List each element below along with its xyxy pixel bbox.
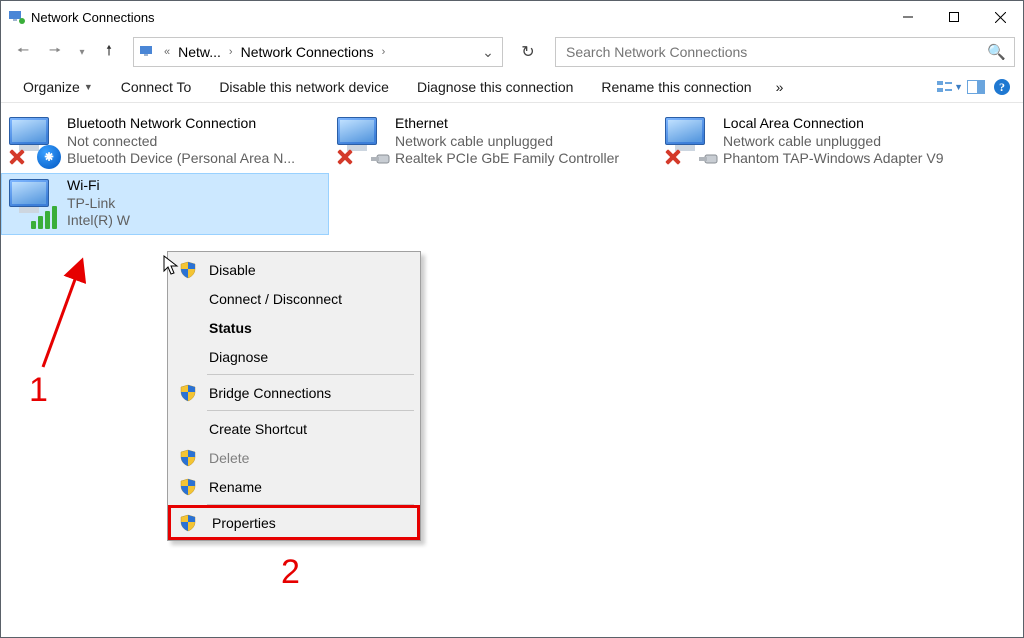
breadcrumb-seg-connections[interactable]: Network Connections <box>239 38 376 66</box>
ctx-separator <box>207 374 414 375</box>
disable-device-button[interactable]: Disable this network device <box>205 71 403 102</box>
window-controls <box>885 1 1023 33</box>
chevron-right-icon: « <box>158 46 176 58</box>
connection-item-bluetooth[interactable]: ⁕ Bluetooth Network Connection Not conne… <box>1 111 329 173</box>
conn-status: Network cable unplugged <box>723 133 943 151</box>
conn-name: Local Area Connection <box>723 115 943 133</box>
ctx-rename[interactable]: Rename <box>171 472 417 501</box>
cable-icon <box>691 153 719 167</box>
lan-connection-icon <box>663 115 715 167</box>
connection-item-lan[interactable]: Local Area Connection Network cable unpl… <box>657 111 985 173</box>
wifi-connection-icon <box>7 177 59 229</box>
nav-up-button[interactable]: 🠕 <box>95 38 123 66</box>
annotation-arrow <box>33 257 113 377</box>
view-options-button[interactable]: ▼ <box>937 74 963 100</box>
location-icon <box>140 44 156 60</box>
breadcrumb-dropdown[interactable]: ⌄ <box>476 44 500 61</box>
svg-text:?: ? <box>999 80 1005 94</box>
ctx-disable[interactable]: Disable <box>171 255 417 284</box>
conn-status: TP-Link <box>67 195 130 213</box>
conn-device: Phantom TAP-Windows Adapter V9 <box>723 150 943 168</box>
conn-device: Intel(R) W <box>67 212 130 230</box>
conn-device: Realtek PCIe GbE Family Controller <box>395 150 619 168</box>
context-menu: Disable Connect / Disconnect Status Diag… <box>167 251 421 541</box>
ctx-create-shortcut[interactable]: Create Shortcut <box>171 414 417 443</box>
search-box[interactable]: 🔍 <box>555 37 1015 67</box>
annotation-2: 2 <box>281 553 300 592</box>
ctx-separator <box>207 410 414 411</box>
shield-icon <box>179 449 197 467</box>
bluetooth-badge-icon: ⁕ <box>37 145 61 169</box>
help-button[interactable]: ? <box>989 74 1015 100</box>
minimize-button[interactable] <box>885 1 931 33</box>
conn-status: Network cable unplugged <box>395 133 619 151</box>
maximize-button[interactable] <box>931 1 977 33</box>
close-button[interactable] <box>977 1 1023 33</box>
conn-name: Ethernet <box>395 115 619 133</box>
ctx-properties[interactable]: Properties <box>168 505 420 540</box>
red-x-icon <box>661 145 685 169</box>
nav-forward-button[interactable]: 🠖 <box>41 38 69 66</box>
connection-list: ⁕ Bluetooth Network Connection Not conne… <box>1 111 1023 235</box>
more-button[interactable]: » <box>766 71 794 102</box>
conn-name: Wi-Fi <box>67 177 130 195</box>
ethernet-connection-icon <box>335 115 387 167</box>
ctx-delete: Delete <box>171 443 417 472</box>
ctx-status[interactable]: Status <box>171 313 417 342</box>
red-x-icon <box>333 145 357 169</box>
cable-icon <box>363 153 391 167</box>
nav-dropdown-button[interactable]: ▾ <box>73 38 91 66</box>
content-area: ⁕ Bluetooth Network Connection Not conne… <box>1 103 1023 235</box>
navbar: 🠔 🠖 ▾ 🠕 « Netw... › Network Connections … <box>1 33 1023 71</box>
signal-bars-icon <box>31 206 57 229</box>
conn-status: Not connected <box>67 133 295 151</box>
organize-menu[interactable]: Organize▼ <box>9 71 107 102</box>
connection-item-ethernet[interactable]: Ethernet Network cable unplugged Realtek… <box>329 111 657 173</box>
ctx-diagnose[interactable]: Diagnose <box>171 342 417 371</box>
nav-back-button[interactable]: 🠔 <box>9 38 37 66</box>
window-icon <box>9 9 25 25</box>
rename-button[interactable]: Rename this connection <box>587 71 765 102</box>
chevron-right-icon[interactable]: › <box>376 46 392 58</box>
conn-device: Bluetooth Device (Personal Area N... <box>67 150 295 168</box>
breadcrumb-seg-network[interactable]: Netw... <box>176 38 223 66</box>
breadcrumb[interactable]: « Netw... › Network Connections › ⌄ <box>133 37 503 67</box>
shield-icon <box>179 478 197 496</box>
annotation-1: 1 <box>29 371 48 410</box>
preview-pane-button[interactable] <box>963 74 989 100</box>
conn-name: Bluetooth Network Connection <box>67 115 295 133</box>
connection-item-wifi[interactable]: Wi-Fi TP-Link Intel(R) W <box>1 173 329 235</box>
bluetooth-connection-icon: ⁕ <box>7 115 59 167</box>
window-title: Network Connections <box>31 10 155 25</box>
ctx-bridge[interactable]: Bridge Connections <box>171 378 417 407</box>
search-icon[interactable]: 🔍 <box>987 43 1006 61</box>
network-connections-window: Network Connections 🠔 🠖 ▾ 🠕 « Netw... › … <box>0 0 1024 638</box>
shield-icon <box>179 514 197 532</box>
diagnose-button[interactable]: Diagnose this connection <box>403 71 587 102</box>
red-x-icon <box>5 145 29 169</box>
connect-to-button[interactable]: Connect To <box>107 71 206 102</box>
ctx-connect-disconnect[interactable]: Connect / Disconnect <box>171 284 417 313</box>
chevron-right-icon[interactable]: › <box>223 46 239 58</box>
search-input[interactable] <box>564 43 987 61</box>
shield-icon <box>179 384 197 402</box>
titlebar: Network Connections <box>1 1 1023 33</box>
toolbar: Organize▼ Connect To Disable this networ… <box>1 71 1023 103</box>
shield-icon <box>179 261 197 279</box>
refresh-button[interactable]: ↻ <box>513 37 543 67</box>
